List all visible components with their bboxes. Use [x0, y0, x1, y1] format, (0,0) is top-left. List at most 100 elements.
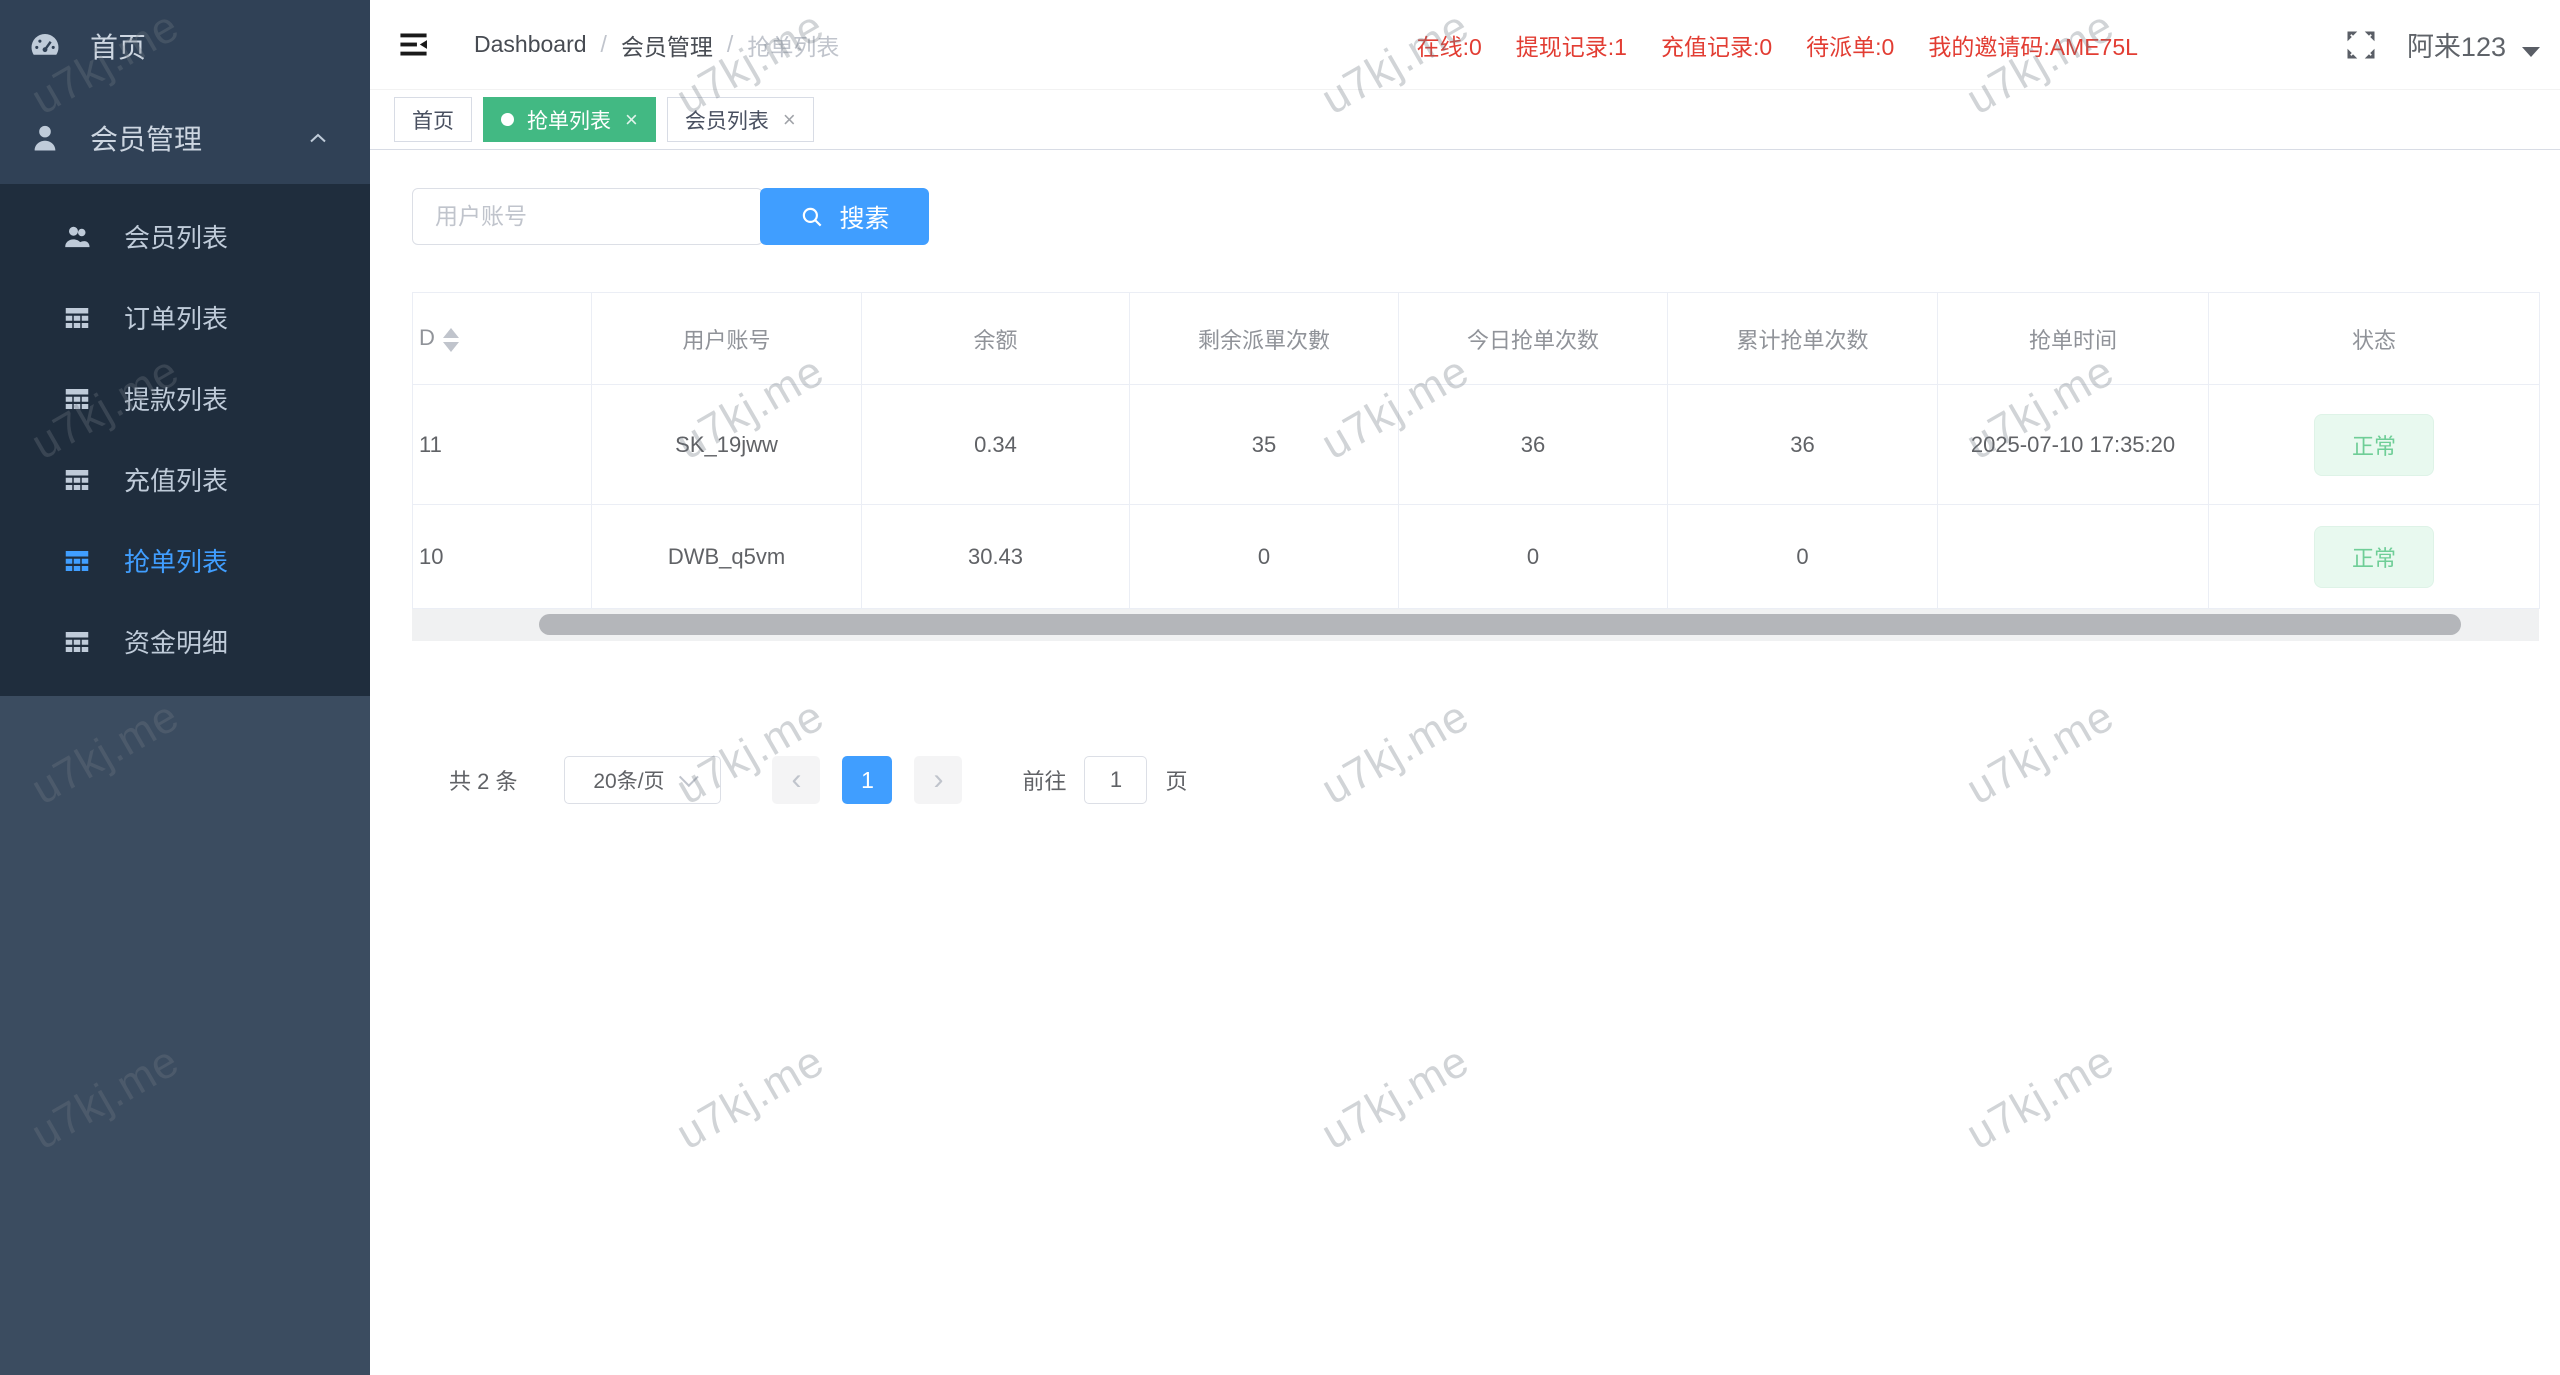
tab-label: 抢单列表 — [527, 109, 611, 133]
caret-down-icon — [2522, 46, 2540, 57]
sidebar-item-label: 充值列表 — [124, 466, 229, 496]
column-header-today-grabs: 今日抢单次数 — [1398, 292, 1668, 385]
sidebar-item-funds-detail[interactable]: 资金明细 — [0, 601, 370, 682]
cell-id: 11 — [412, 384, 592, 505]
status-badge[interactable]: 正常 — [2313, 413, 2434, 476]
column-header-id[interactable]: D — [412, 292, 592, 385]
sidebar-group-label: 会员管理 — [90, 124, 203, 155]
user-icon — [34, 125, 56, 151]
table-icon — [65, 307, 89, 328]
sidebar-item-member-list[interactable]: 会员列表 — [0, 196, 370, 277]
navbar-stats: 在线:0 提现记录:1 充值记录:0 待派单:0 我的邀请码:AME75L — [1417, 28, 2138, 62]
cell-today: 36 — [1398, 384, 1668, 505]
search-button-label: 搜素 — [839, 204, 890, 233]
fullscreen-icon[interactable] — [2343, 27, 2379, 63]
sort-icon[interactable] — [442, 327, 459, 352]
tab-label: 会员列表 — [684, 109, 769, 133]
sidebar-item-recharge-list[interactable]: 充值列表 — [0, 439, 370, 520]
tab-label: 首页 — [412, 109, 454, 133]
search-button[interactable]: 搜素 — [760, 188, 929, 245]
goto-label: 前往 — [1022, 769, 1067, 794]
breadcrumb-dashboard[interactable]: Dashboard — [474, 31, 587, 58]
cell-total: 0 — [1667, 504, 1938, 609]
navbar: Dashboard / 会员管理 / 抢单列表 在线:0 提现记录:1 充值记录… — [370, 0, 2560, 90]
search-input[interactable] — [412, 188, 763, 245]
stat-online[interactable]: 在线:0 — [1417, 28, 1482, 62]
cell-id: 10 — [412, 504, 592, 609]
breadcrumb-separator: / — [726, 31, 734, 57]
sidebar-item-home-label: 首页 — [90, 32, 147, 63]
stat-withdraw-records[interactable]: 提现记录:1 — [1516, 28, 1627, 62]
breadcrumb-separator: / — [600, 31, 607, 57]
sidebar-item-withdraw-list[interactable]: 提款列表 — [0, 358, 370, 439]
sidebar-item-label: 资金明细 — [124, 628, 229, 658]
sidebar-collapse-icon[interactable] — [397, 28, 430, 61]
cell-remaining: 35 — [1129, 384, 1399, 505]
table-icon — [65, 550, 89, 571]
page-unit-label: 页 — [1165, 769, 1188, 794]
search-icon — [803, 207, 822, 226]
goto-page-input[interactable] — [1084, 756, 1148, 804]
stat-invite-code[interactable]: 我的邀请码:AME75L — [1928, 28, 2138, 62]
table-header-row: D 用户账号 余额 剩余派單次數 今日抢单次数 累计抢单次数 抢单时间 状态 — [412, 292, 2540, 385]
tab-grab-list[interactable]: 抢单列表 × — [483, 97, 656, 142]
navbar-right: 在线:0 提现记录:1 充值记录:0 待派单:0 我的邀请码:AME75L 阿来… — [1417, 25, 2540, 64]
table-icon — [65, 469, 89, 490]
column-header-status: 状态 — [2208, 292, 2540, 385]
sidebar: 首页 会员管理 会员列表 订单列表 提款列表 充值列表 抢单列表 资金明细 — [0, 0, 370, 1375]
sidebar-item-label: 会员列表 — [124, 223, 229, 253]
page-size-select[interactable]: 20条/页 — [564, 756, 722, 804]
cell-status: 正常 — [2208, 384, 2540, 505]
tab-home[interactable]: 首页 — [394, 97, 472, 142]
cell-status: 正常 — [2208, 504, 2540, 609]
cell-remaining: 0 — [1129, 504, 1399, 609]
breadcrumb-member-management[interactable]: 会员管理 — [621, 28, 713, 62]
sidebar-item-label: 订单列表 — [124, 304, 229, 334]
column-header-balance: 余额 — [861, 292, 1130, 385]
sidebar-item-label: 抢单列表 — [124, 547, 229, 577]
active-dot-icon — [501, 113, 514, 126]
users-icon — [65, 226, 90, 247]
table-row: 11 SK_19jww 0.34 35 36 36 2025-07-10 17:… — [412, 384, 2540, 505]
status-badge[interactable]: 正常 — [2313, 525, 2434, 588]
cell-balance: 0.34 — [861, 384, 1130, 505]
breadcrumb: Dashboard / 会员管理 / 抢单列表 — [474, 28, 839, 62]
pagination: 共 2 条 20条/页 ‹ 1 › 前往 页 — [412, 756, 2539, 804]
cell-account: SK_19jww — [591, 384, 862, 505]
pagination-total: 共 2 条 — [449, 769, 518, 794]
cell-balance: 30.43 — [861, 504, 1130, 609]
scrollbar-thumb[interactable] — [539, 614, 2461, 635]
next-page-button[interactable]: › — [914, 756, 963, 804]
chevron-up-icon — [310, 133, 326, 143]
table-horizontal-scrollbar[interactable] — [412, 609, 2539, 641]
close-icon[interactable]: × — [783, 108, 796, 131]
table-icon — [65, 388, 89, 409]
page-content: 搜素 D 用户账号 余额 剩余派單次數 今日抢单次数 累计抢单次数 抢 — [370, 188, 2560, 804]
tab-member-list[interactable]: 会员列表 × — [666, 97, 814, 142]
table-row: 10 DWB_q5vm 30.43 0 0 0 正常 — [412, 504, 2540, 609]
sidebar-item-home[interactable]: 首页 — [0, 0, 370, 92]
prev-page-button[interactable]: ‹ — [772, 756, 821, 804]
column-header-grab-time: 抢单时间 — [1937, 292, 2209, 385]
sidebar-item-order-list[interactable]: 订单列表 — [0, 277, 370, 358]
page-size-value: 20条/页 — [593, 770, 665, 793]
sidebar-submenu: 会员列表 订单列表 提款列表 充值列表 抢单列表 资金明细 — [0, 184, 370, 696]
sidebar-item-grab-list[interactable]: 抢单列表 — [0, 520, 370, 601]
close-icon[interactable]: × — [625, 108, 638, 131]
dashboard-icon — [31, 33, 59, 55]
username: 阿来123 — [2406, 32, 2506, 62]
table-icon — [65, 631, 89, 652]
stat-pending-dispatch[interactable]: 待派单:0 — [1806, 28, 1894, 62]
sidebar-group-member-management[interactable]: 会员管理 — [0, 92, 370, 184]
chevron-down-icon — [678, 767, 699, 788]
cell-total: 36 — [1667, 384, 1938, 505]
search-row: 搜素 — [412, 188, 2539, 245]
user-dropdown[interactable]: 阿来123 — [2407, 25, 2540, 64]
column-header-remaining-dispatch: 剩余派單次數 — [1129, 292, 1399, 385]
column-header-total-grabs: 累计抢单次数 — [1667, 292, 1938, 385]
cell-today: 0 — [1398, 504, 1668, 609]
cell-grab-time — [1937, 504, 2209, 609]
cell-account: DWB_q5vm — [591, 504, 862, 609]
stat-recharge-records[interactable]: 充值记录:0 — [1661, 28, 1772, 62]
page-number-1[interactable]: 1 — [842, 756, 893, 804]
